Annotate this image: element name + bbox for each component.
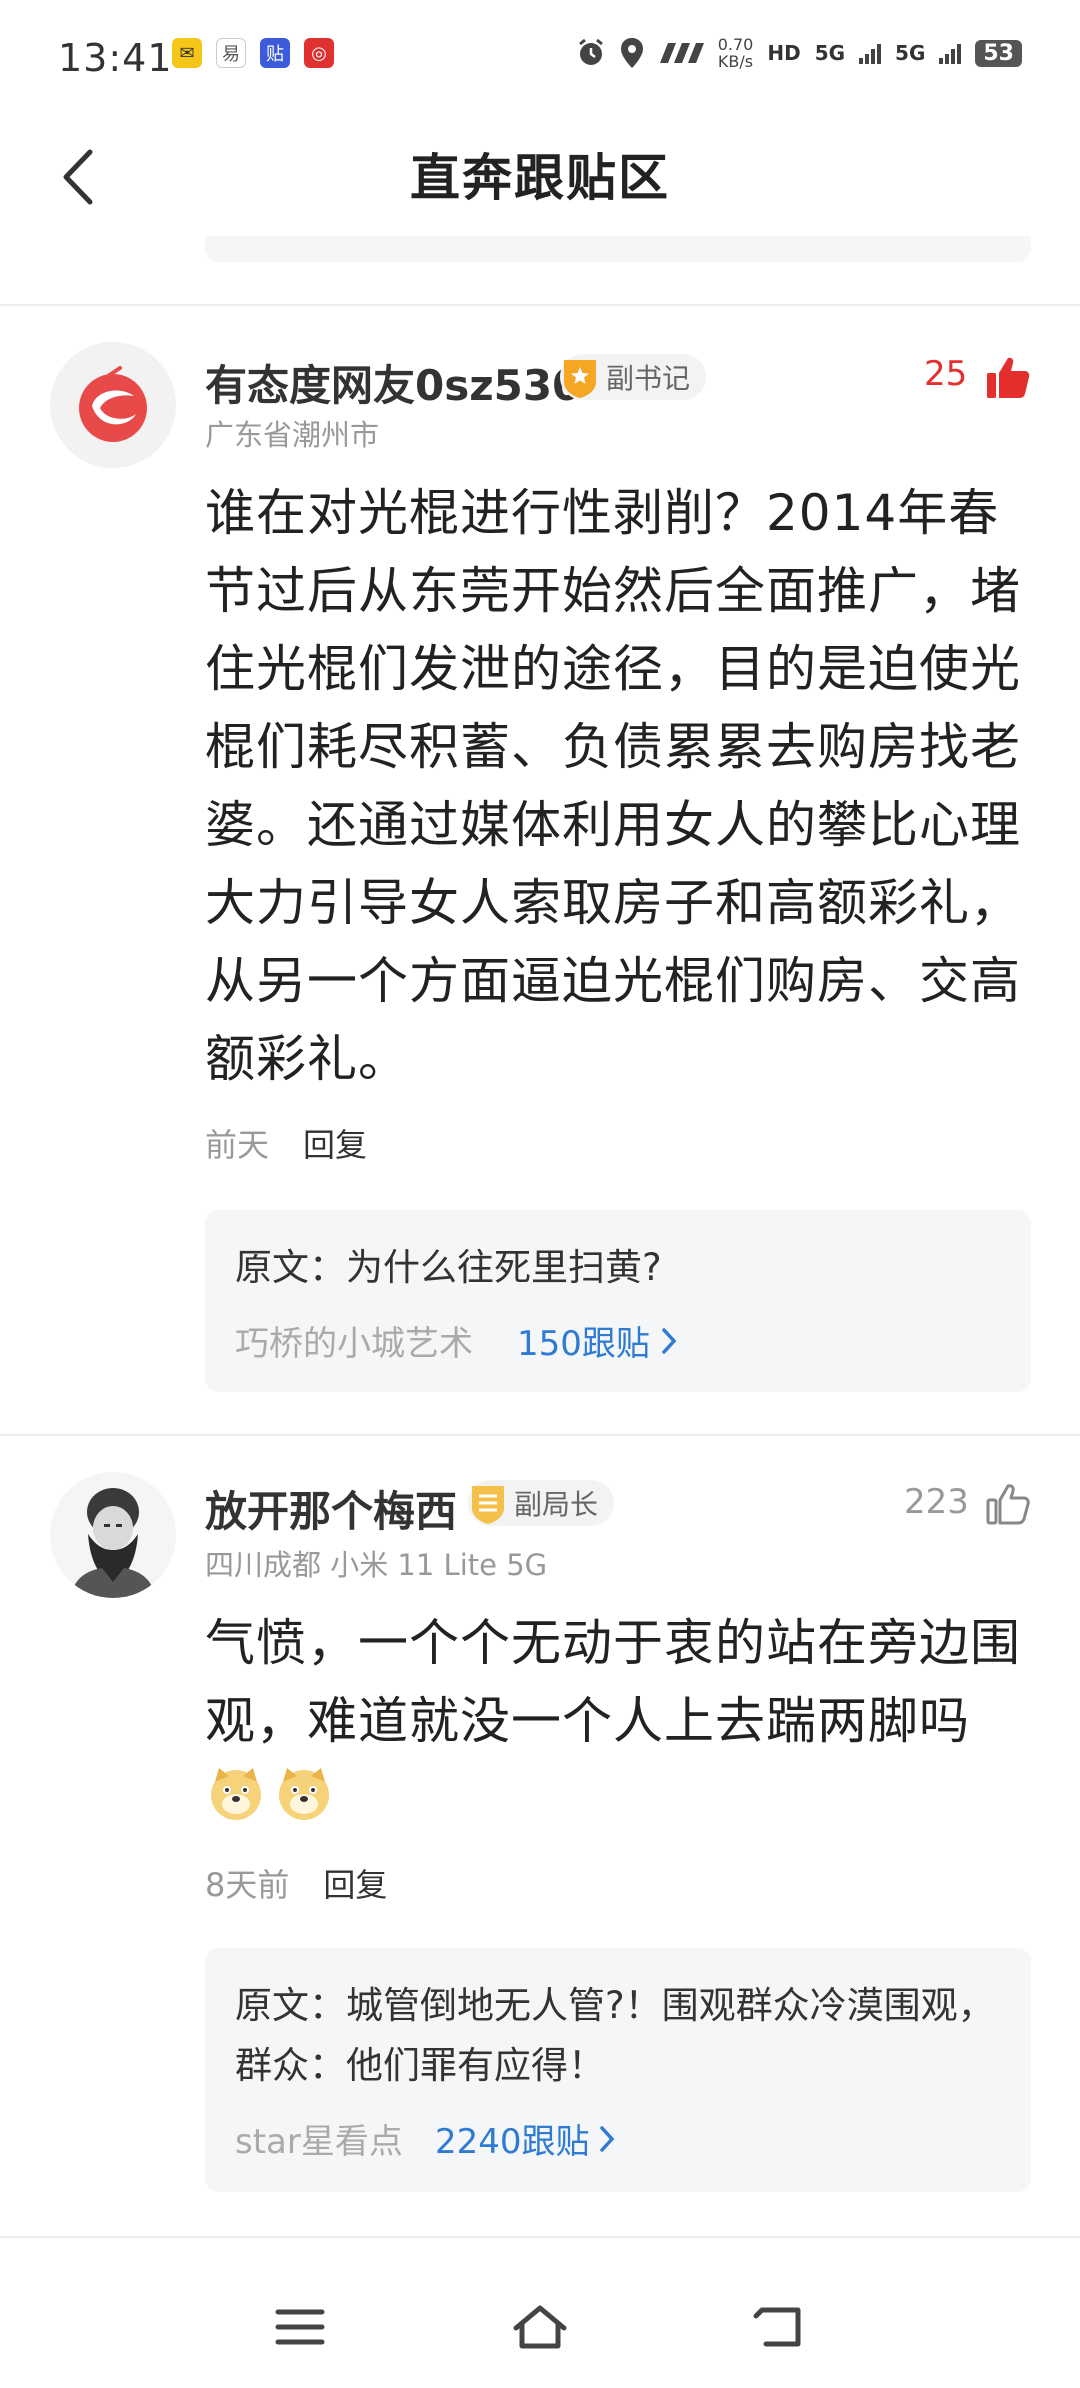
comment-meta: 前天 回复 [205, 1120, 367, 1166]
sim2-network-type: 5G [895, 41, 926, 65]
status-indicators: 0.70 KB/s HD 5G 5G 53 [576, 36, 1022, 70]
user-location: 四川成都 小米 11 Lite 5G [205, 1548, 548, 1582]
comment-item: 有态度网友0sz530 副书记 25 广东省潮州市 谁在对光棍进行性剥削？201… [0, 306, 1080, 1434]
original-article-card[interactable]: 原文：城管倒地无人管?！围观群众冷漠围观，群众：他们罪有应得！ star星看点 … [205, 1948, 1031, 2192]
avatar[interactable] [50, 342, 176, 468]
reply-button[interactable]: 回复 [323, 1860, 387, 1906]
header-bar: 直奔跟贴区 [0, 120, 1080, 240]
user-rank-badge: 副局长 [468, 1480, 615, 1526]
status-time: 13:41 [58, 36, 173, 80]
comment-time: 8天前 [205, 1866, 290, 1904]
page-title: 直奔跟贴区 [410, 149, 670, 207]
thumbs-up-icon[interactable] [984, 1480, 1032, 1528]
comment-body[interactable]: 气愤，一个个无动于衷的站在旁边围观，难道就没一个人上去踹两脚吗 [205, 1604, 1035, 1838]
divider [0, 2236, 1080, 2238]
status-app-icons: ✉ 易 贴 ◎ [172, 38, 334, 68]
username[interactable]: 放开那个梅西 [205, 1478, 457, 1539]
like-count: 25 [924, 354, 968, 394]
sim1-network-type: 5G [814, 41, 846, 65]
system-navigation-bar [0, 2260, 1080, 2388]
rank-shield-icon [564, 360, 596, 398]
notification-app-icon: ◎ [304, 38, 334, 68]
comment-meta: 8天前 回复 [205, 1860, 387, 1906]
battery-icon: 53 [975, 39, 1022, 67]
comment-time: 前天 [205, 1126, 270, 1164]
home-icon[interactable] [510, 2302, 570, 2352]
network-speed-icon [659, 43, 704, 63]
alarm-icon [578, 38, 603, 65]
user-location: 广东省潮州市 [205, 418, 380, 452]
original-article-author: star星看点 [235, 2122, 403, 2162]
original-article-author: 巧桥的小城艺术 [235, 1324, 473, 1364]
comment-body[interactable]: 谁在对光棍进行性剥削？2014年春节过后从东莞开始然后全面推广，堵住光棍们发泄的… [205, 474, 1035, 1088]
original-article-card[interactable]: 原文：为什么往死里扫黄? 巧桥的小城艺术 150跟贴 [205, 1210, 1031, 1392]
notification-app-icon: 贴 [260, 38, 290, 68]
user-rank-badge: 副书记 [560, 354, 707, 400]
hd-voice-tag: HD [767, 41, 801, 65]
net-speed: 0.70 KB/s [717, 35, 754, 71]
rank-shield-icon [472, 1486, 504, 1524]
default-avatar-icon [50, 342, 176, 468]
location-icon [620, 38, 643, 68]
original-article-title: 原文：城管倒地无人管?！围观群众冷漠围观，群众：他们罪有应得！ [235, 1984, 995, 2087]
dog-emoji-icon [211, 1768, 261, 1820]
user-portrait-icon [50, 1472, 176, 1598]
signal-icon [859, 42, 882, 64]
back-icon[interactable] [750, 2302, 810, 2352]
notification-app-icon: ✉ [172, 38, 202, 68]
chevron-right-icon [600, 2126, 615, 2152]
status-bar: 13:41 ✉ 易 贴 ◎ 0.70 KB/s HD 5G 5G 53 [0, 0, 1080, 120]
thumbs-up-filled-icon[interactable] [984, 354, 1032, 402]
follow-post-count[interactable]: 150跟贴 [517, 1316, 650, 1365]
like-count: 223 [904, 1482, 969, 1522]
notification-app-icon: 易 [216, 38, 246, 68]
dog-emoji-icon [279, 1768, 329, 1820]
comment-item: 放开那个梅西 副局长 223 四川成都 小米 11 Lite 5G 气愤，一个个… [0, 1436, 1080, 2236]
avatar[interactable] [50, 1472, 176, 1598]
reply-button[interactable]: 回复 [303, 1120, 367, 1166]
previous-original-card[interactable] [205, 236, 1031, 262]
chevron-right-icon [662, 1328, 677, 1354]
follow-post-count[interactable]: 2240跟贴 [435, 2114, 590, 2163]
username[interactable]: 有态度网友0sz530 [205, 352, 581, 413]
original-article-title: 原文：为什么往死里扫黄? [235, 1246, 662, 1289]
signal-icon [939, 42, 962, 64]
menu-icon[interactable] [270, 2302, 330, 2352]
